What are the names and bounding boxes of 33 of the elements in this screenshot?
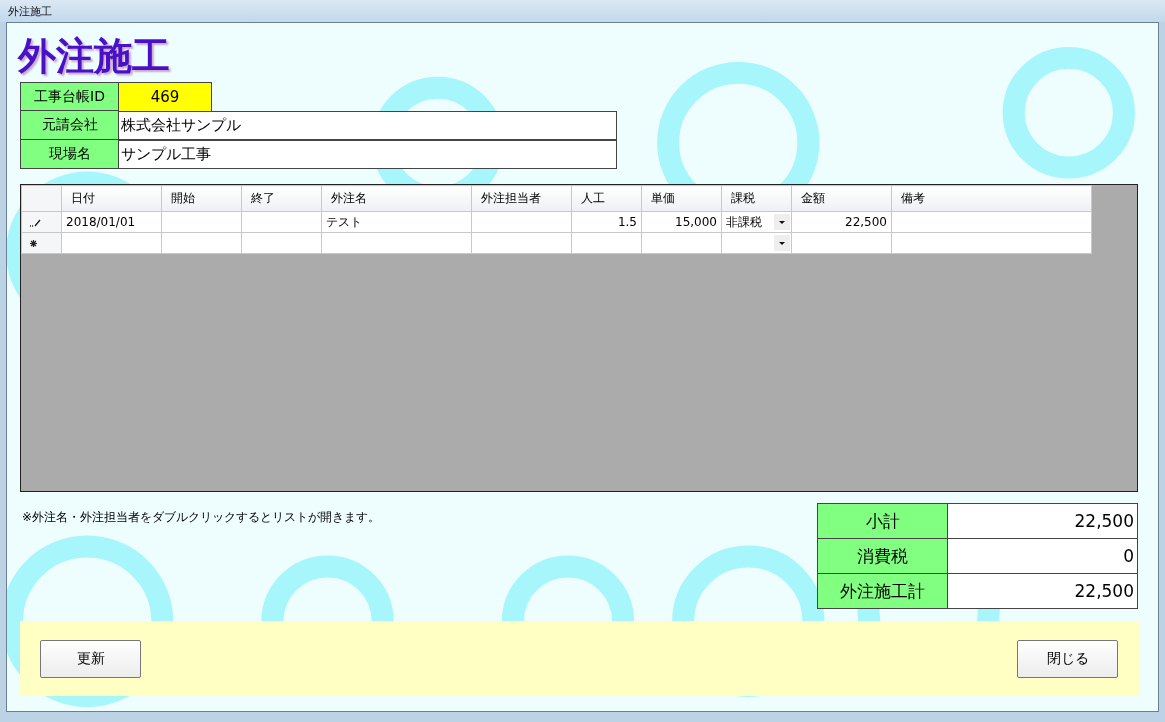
row-header-corner bbox=[21, 185, 62, 212]
column-header[interactable]: 人工 bbox=[571, 185, 642, 212]
total-value: 22,500 bbox=[947, 573, 1138, 609]
column-header[interactable]: 外注名 bbox=[321, 185, 472, 212]
id-field[interactable]: 469 bbox=[119, 82, 212, 111]
column-header[interactable]: 金額 bbox=[791, 185, 892, 212]
text-field[interactable]: 株式会社サンプル bbox=[119, 111, 617, 140]
column-header[interactable]: 開始 bbox=[161, 185, 242, 212]
close-button[interactable]: 閉じる bbox=[1017, 639, 1118, 678]
asterisk-icon bbox=[30, 239, 37, 247]
field-label: 元請会社 bbox=[20, 111, 119, 140]
field-label: 現場名 bbox=[20, 140, 119, 169]
total-label: 外注施工計 bbox=[817, 573, 948, 609]
row-header[interactable] bbox=[21, 232, 62, 254]
total-label: 小計 bbox=[817, 503, 948, 539]
hint-text: ※外注名・外注担当者をダブルクリックするとリストが開きます。 bbox=[22, 509, 381, 526]
update-button[interactable]: 更新 bbox=[40, 639, 141, 678]
field-label: 工事台帳ID bbox=[20, 82, 119, 111]
window-title: 外注施工 bbox=[8, 3, 52, 19]
column-header[interactable]: 終了 bbox=[241, 185, 322, 212]
column-header[interactable]: 課税 bbox=[721, 185, 792, 212]
column-header[interactable]: 単価 bbox=[641, 185, 722, 212]
dropdown-icon[interactable] bbox=[774, 235, 790, 251]
pencil-icon bbox=[30, 217, 42, 227]
form-heading: 外注施工 bbox=[18, 33, 171, 79]
total-label: 消費税 bbox=[817, 538, 948, 574]
text-field[interactable]: サンプル工事 bbox=[119, 140, 617, 169]
total-value: 22,500 bbox=[947, 503, 1138, 539]
dropdown-icon[interactable] bbox=[774, 214, 790, 230]
column-header[interactable]: 外注担当者 bbox=[471, 185, 572, 212]
column-header[interactable]: 日付 bbox=[61, 185, 162, 212]
column-header[interactable]: 備考 bbox=[891, 185, 1092, 212]
total-value: 0 bbox=[947, 538, 1138, 574]
